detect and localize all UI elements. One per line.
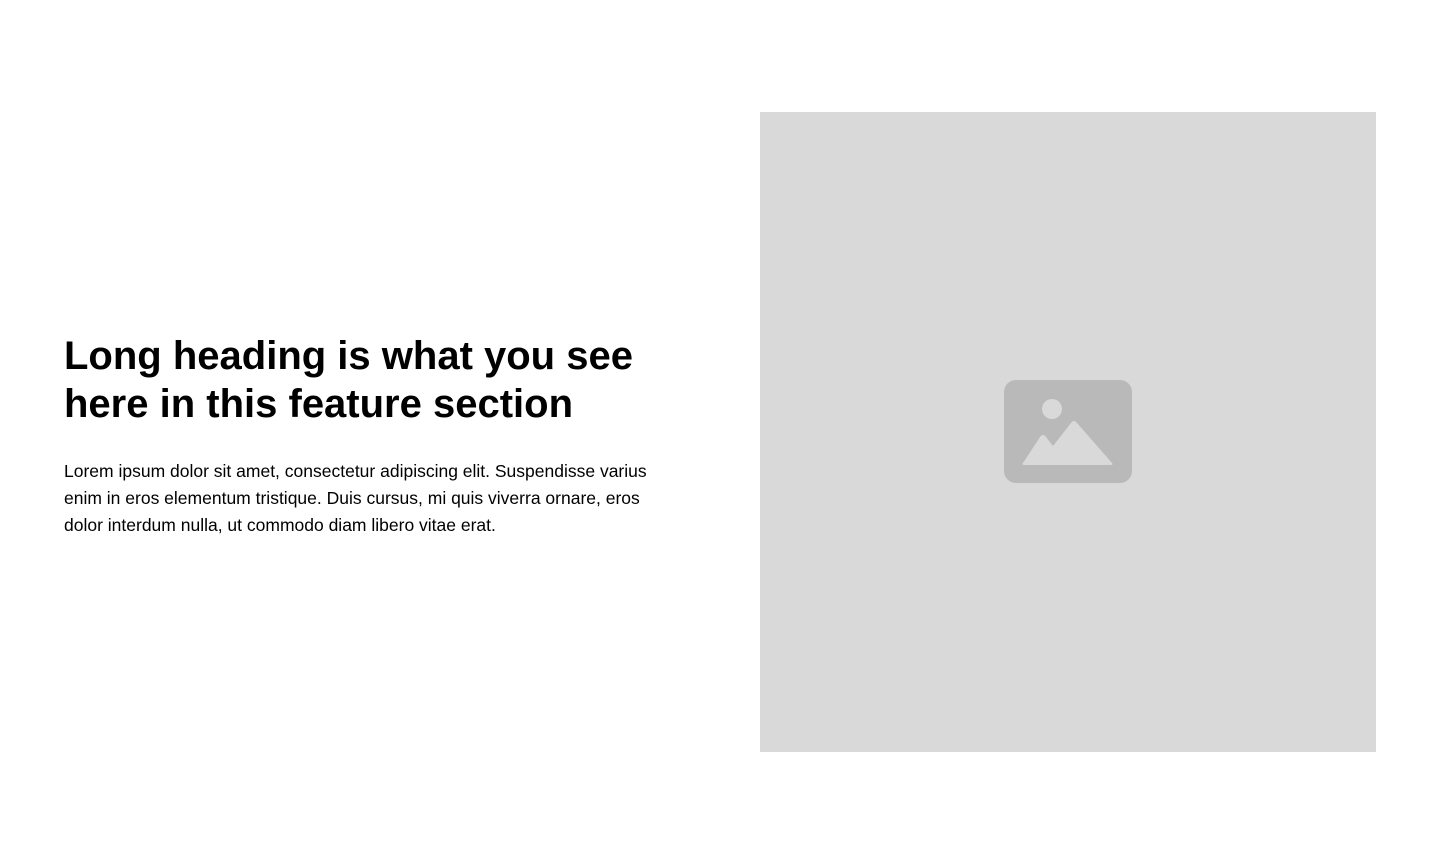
feature-heading: Long heading is what you see here in thi…: [64, 334, 633, 426]
feature-text-column: Long heading is what you see here in thi…: [64, 332, 680, 539]
feature-body-text: Lorem ipsum dolor sit amet, consectetur …: [64, 461, 647, 535]
image-placeholder: [760, 112, 1376, 752]
image-icon: [1004, 380, 1132, 483]
feature-section: Long heading is what you see here in thi…: [0, 0, 1440, 864]
